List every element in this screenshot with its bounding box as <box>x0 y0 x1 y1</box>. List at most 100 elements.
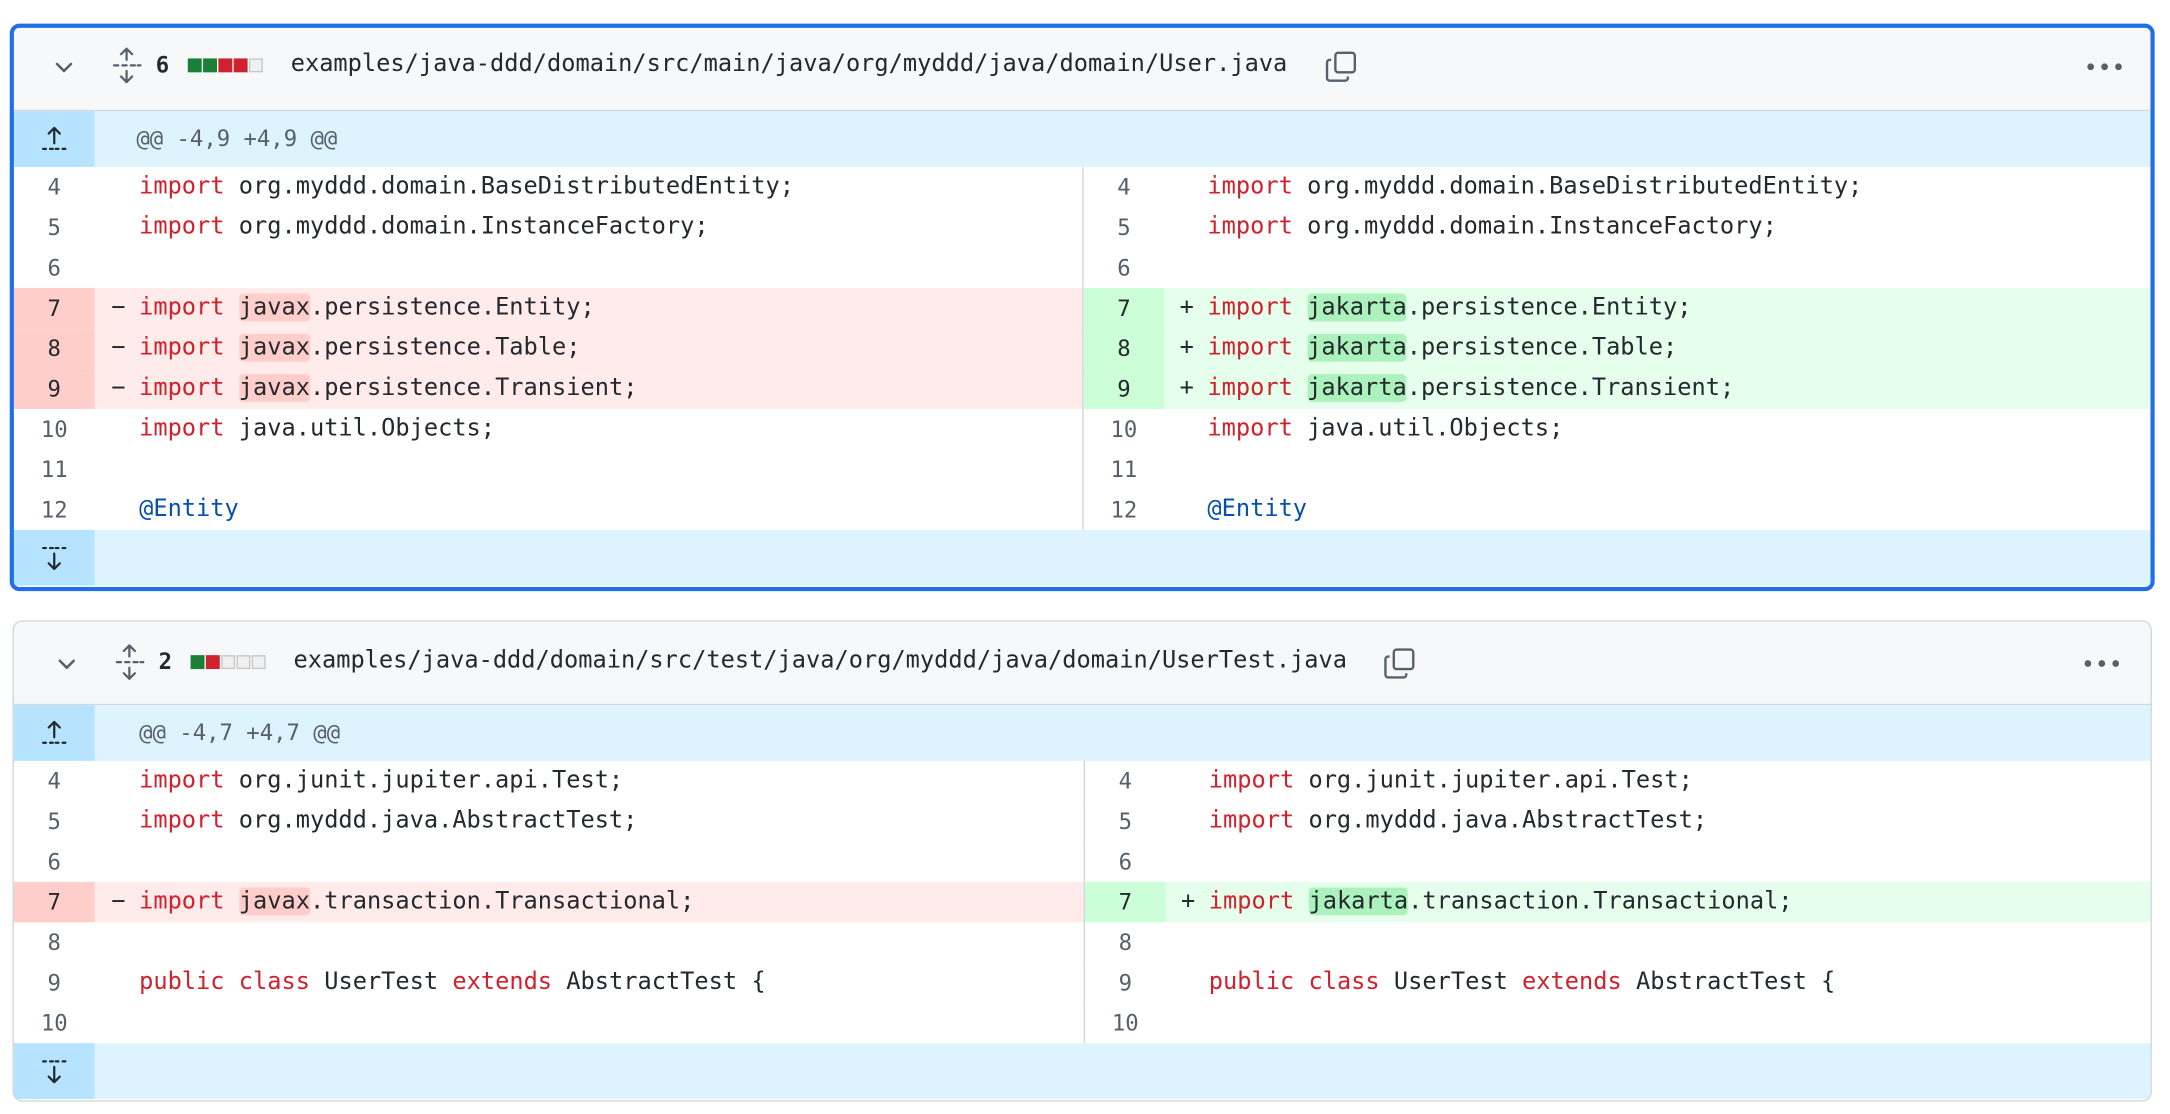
removed-word: javax <box>238 293 310 322</box>
identifier-token: AbstractTest { <box>1621 968 1836 996</box>
old-line: 9 public class UserTest extends AbstractT… <box>14 963 1084 1003</box>
old-line: 12 @Entity <box>14 490 1082 530</box>
old-line: 10 <box>14 1003 1084 1043</box>
line-number[interactable]: 10 <box>1085 1003 1166 1043</box>
code-text: import org.myddd.domain.BaseDistributedE… <box>1207 167 1862 207</box>
diff-line: 10 10 <box>14 1002 2151 1044</box>
new-line: 9 + import jakarta.persistence.Transient; <box>1082 368 2151 409</box>
diff-file-usertest-java: 2 examples/java-ddd/domain/src/test/java… <box>12 620 2152 1102</box>
line-number[interactable]: 7 <box>1083 287 1165 329</box>
identifier-token: java.util.Objects; <box>1292 414 1564 443</box>
hunk-range: @@ -4,9 +4,9 @@ <box>136 125 338 152</box>
unfold-icon[interactable] <box>114 644 145 680</box>
keyword-token: import <box>139 293 225 322</box>
change-count: 6 <box>155 51 170 78</box>
new-line: 4 import org.junit.jupiter.api.Test; <box>1083 760 2151 802</box>
hunk-footer <box>13 529 2151 586</box>
line-number[interactable]: 9 <box>14 963 95 1003</box>
old-line: 11 <box>14 449 1082 489</box>
file-path-link[interactable]: examples/java-ddd/domain/src/main/java/o… <box>291 50 1288 78</box>
file-header: 6 examples/java-ddd/domain/src/main/java… <box>13 27 2151 112</box>
keyword-token: import <box>139 414 225 443</box>
line-number[interactable]: 6 <box>1085 842 1166 882</box>
line-number[interactable]: 6 <box>14 248 95 288</box>
line-number[interactable]: 11 <box>14 449 95 489</box>
identifier-token: UserTest <box>1379 968 1523 996</box>
code-text: import jakarta.transaction.Transactional… <box>1209 882 1793 922</box>
line-number[interactable]: 4 <box>14 167 95 207</box>
line-number[interactable]: 8 <box>14 922 95 962</box>
diff-line: 4 import org.myddd.domain.BaseDistributed… <box>14 166 2151 208</box>
line-number[interactable]: 5 <box>1084 207 1165 247</box>
hunk-footer <box>13 1043 2151 1099</box>
identifier-token: .persistence.Table; <box>309 333 581 362</box>
keyword-token: import <box>1208 806 1295 835</box>
line-number[interactable]: 12 <box>1084 490 1165 530</box>
line-number[interactable]: 8 <box>1083 328 1165 369</box>
copy-icon[interactable] <box>1383 647 1416 680</box>
line-number[interactable]: 9 <box>1083 368 1165 409</box>
expand-up-button[interactable] <box>13 705 95 761</box>
expand-up-button[interactable] <box>13 111 95 167</box>
copy-icon[interactable] <box>1324 50 1357 83</box>
identifier-token: UserTest <box>309 968 453 996</box>
line-number[interactable]: 6 <box>1084 248 1165 288</box>
line-number[interactable]: 8 <box>1085 922 1166 962</box>
chevron-down-icon[interactable] <box>53 56 75 78</box>
line-number[interactable]: 5 <box>14 801 95 841</box>
line-number[interactable]: 4 <box>1085 761 1166 801</box>
keyword-token: import <box>1207 293 1293 322</box>
code-text: import org.myddd.domain.InstanceFactory; <box>1207 207 1777 247</box>
keyword-token: import <box>1207 374 1293 402</box>
expand-down-button[interactable] <box>13 529 95 586</box>
line-number[interactable]: 8 <box>13 328 95 369</box>
diff-body: 4 import org.myddd.domain.BaseDistributed… <box>13 166 2151 530</box>
hunk-range: @@ -4,7 +4,7 @@ <box>139 719 341 746</box>
kebab-horizontal-icon[interactable] <box>2087 61 2123 72</box>
diff-line: 5 import org.myddd.domain.InstanceFactory… <box>14 207 2151 248</box>
line-number[interactable]: 10 <box>14 409 95 449</box>
new-line: 10 import java.util.Objects; <box>1082 408 2150 450</box>
hunk-header: @@ -4,9 +4,9 @@ <box>13 111 2151 167</box>
addition-marker: + <box>1179 293 1194 322</box>
line-number[interactable]: 11 <box>1084 449 1165 489</box>
line-number[interactable]: 5 <box>14 207 95 247</box>
old-line: 5 import org.myddd.domain.InstanceFactory… <box>14 207 1082 247</box>
chevron-down-icon[interactable] <box>56 652 78 674</box>
line-number[interactable]: 10 <box>1084 409 1165 449</box>
identifier-token: org.myddd.java.AbstractTest; <box>224 806 638 835</box>
removed-word: javax <box>238 333 310 362</box>
keyword-token: import <box>139 172 225 201</box>
line-number[interactable]: 10 <box>14 1003 95 1043</box>
line-number[interactable]: 7 <box>13 287 95 329</box>
line-number[interactable]: 7 <box>1084 881 1166 923</box>
keyword-token: import <box>139 374 225 402</box>
added-word: jakarta <box>1308 887 1409 916</box>
code-text: import jakarta.persistence.Transient; <box>1207 369 1734 409</box>
line-number[interactable]: 5 <box>1085 801 1166 841</box>
identifier-token: .persistence.Transient; <box>309 374 638 402</box>
annotation-token: @Entity <box>139 495 239 524</box>
code-text: import javax.persistence.Entity; <box>139 288 595 328</box>
expand-down-button[interactable] <box>13 1043 95 1099</box>
line-number[interactable]: 7 <box>13 881 95 923</box>
line-number[interactable]: 4 <box>1084 167 1165 207</box>
identifier-token: AbstractTest { <box>552 968 766 996</box>
unfold-icon[interactable] <box>111 47 142 84</box>
expand-down-icon <box>42 1060 67 1084</box>
old-line: 7− import javax.persistence.Entity; <box>13 287 1083 329</box>
deletion-marker: − <box>111 333 126 362</box>
line-number[interactable]: 9 <box>1085 963 1166 1003</box>
old-line: 5 import org.myddd.java.AbstractTest; <box>14 801 1084 841</box>
file-path-link[interactable]: examples/java-ddd/domain/src/test/java/o… <box>294 647 1348 675</box>
keyword-token: import <box>139 806 225 835</box>
line-number[interactable]: 6 <box>14 842 95 882</box>
new-line: 4 import org.myddd.domain.BaseDistributed… <box>1082 166 2150 208</box>
line-number[interactable]: 12 <box>14 490 95 530</box>
line-number[interactable]: 9 <box>13 368 95 409</box>
line-number[interactable]: 4 <box>14 761 95 801</box>
code-text: @Entity <box>139 490 239 530</box>
code-text: import org.junit.jupiter.api.Test; <box>139 761 623 801</box>
code-text: import jakarta.persistence.Entity; <box>1207 288 1691 328</box>
kebab-horizontal-icon[interactable] <box>2084 658 2120 669</box>
